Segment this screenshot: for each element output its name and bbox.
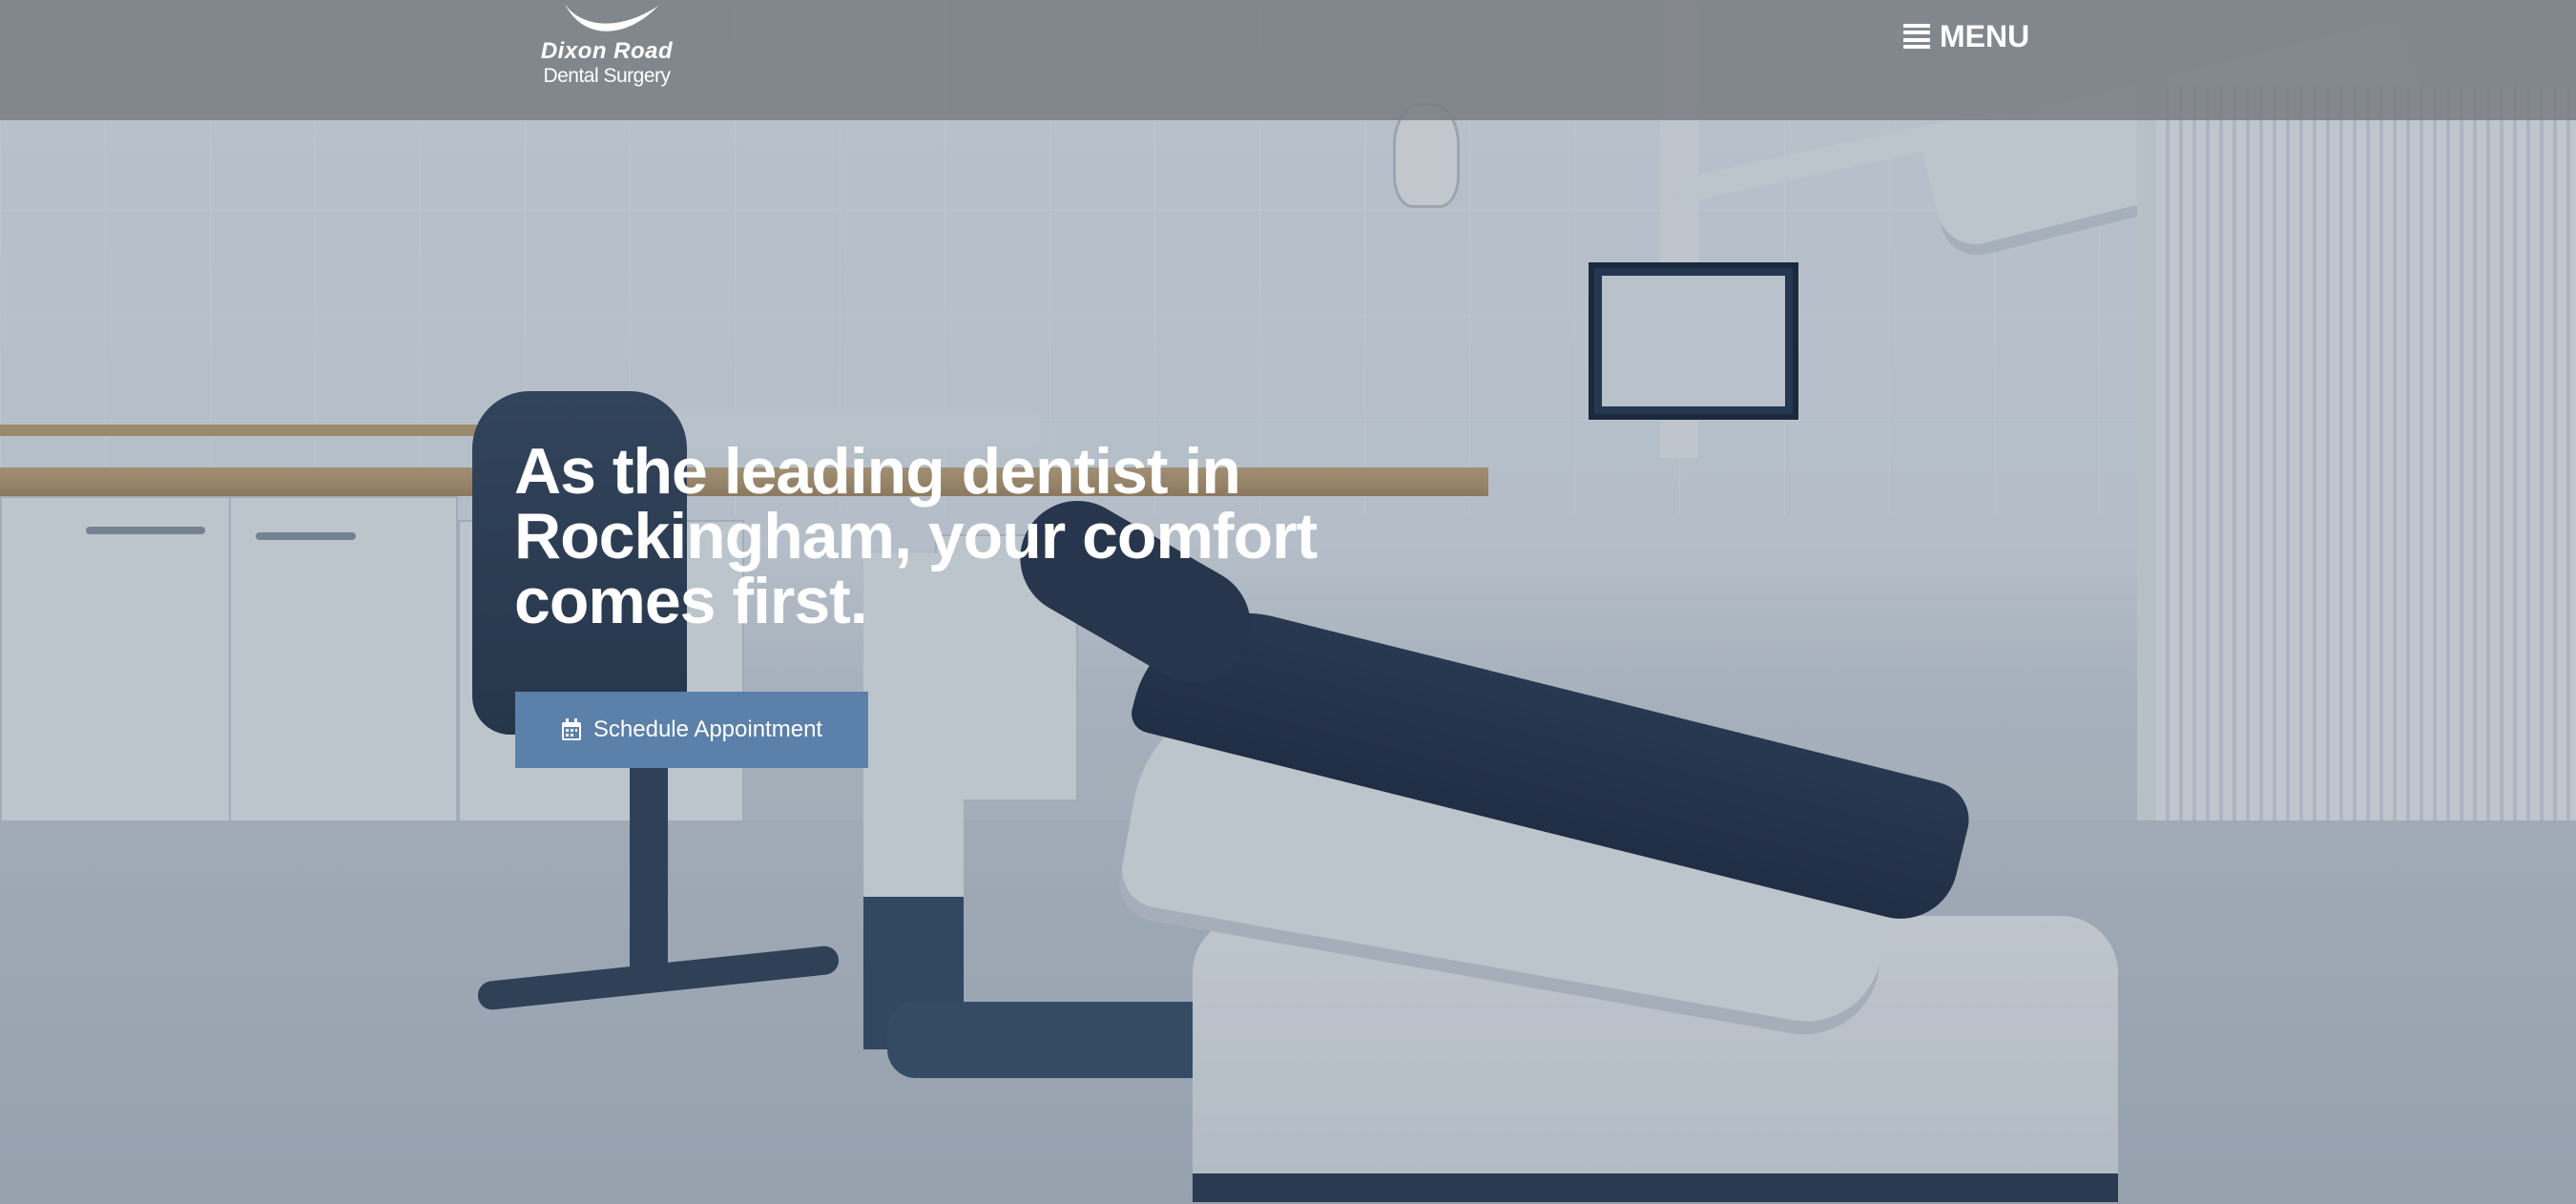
menu-button[interactable]: MENU xyxy=(1903,17,2029,55)
logo-subtitle: Dental Surgery xyxy=(543,65,671,87)
logo-wave-icon xyxy=(565,4,658,31)
site-logo[interactable]: Dixon Road Dental Surgery xyxy=(530,0,683,95)
logo-name: Dixon Road xyxy=(540,38,674,64)
schedule-appointment-label: Schedule Appointment xyxy=(592,716,823,742)
menu-label: MENU xyxy=(1940,18,2030,53)
site-header: Dixon Road Dental Surgery MENU xyxy=(0,0,2576,120)
hamburger-icon xyxy=(1903,24,1930,49)
hero-headline: As the leading dentist in Rockingham, yo… xyxy=(514,435,1318,637)
schedule-appointment-button[interactable]: Schedule Appointment xyxy=(515,692,868,768)
calendar-icon xyxy=(561,718,581,740)
